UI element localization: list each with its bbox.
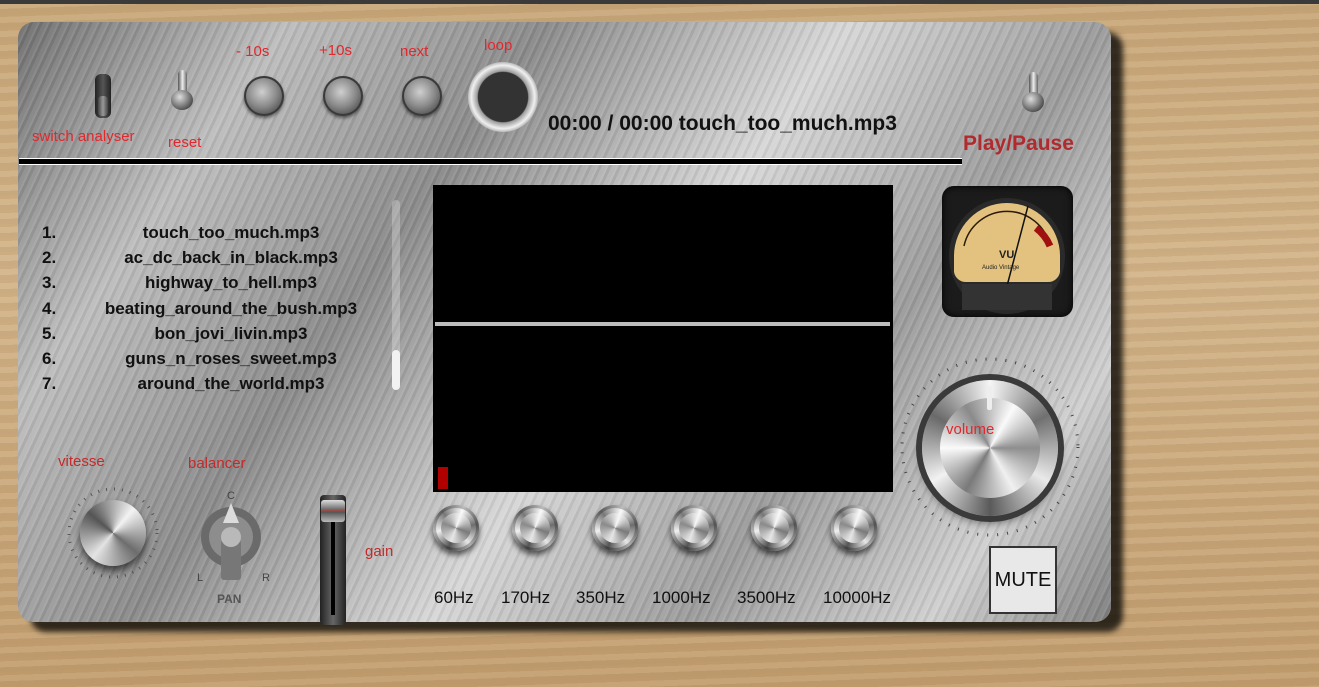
playlist-scrollbar[interactable] <box>392 200 400 390</box>
list-item-number: 3. <box>42 273 57 293</box>
time-track-display: 00:00 / 00:00 touch_too_much.mp3 <box>548 112 897 135</box>
list-item-title: beating_around_the_bush.mp3 <box>104 298 358 318</box>
list-item-number: 6. <box>42 349 57 369</box>
vitesse-label: vitesse <box>58 453 105 470</box>
eq-label-60hz: 60Hz <box>434 588 474 607</box>
switch-analyser-toggle[interactable] <box>95 74 111 118</box>
list-item[interactable]: 2. ac_dc_back_in_black.mp3 <box>20 245 400 270</box>
list-item-title: guns_n_roses_sweet.mp3 <box>125 349 337 369</box>
play-pause-label[interactable]: Play/Pause <box>963 132 1074 156</box>
playlist: 1. touch_too_much.mp3 2. ac_dc_back_in_bla… <box>20 220 400 405</box>
gain-label: gain <box>365 543 394 560</box>
toggle-base <box>1022 92 1044 112</box>
list-item[interactable]: 7. around_the_world.mp3 <box>20 372 400 397</box>
vu-meter: VU Audio Vintage <box>942 186 1073 317</box>
back10-button[interactable] <box>244 76 284 116</box>
volume-label: volume <box>946 421 995 438</box>
level-bar <box>438 467 448 489</box>
list-item[interactable]: 5. bon_jovi_livin.mp3 <box>20 321 400 346</box>
pan-r-label: R <box>262 572 270 584</box>
list-item[interactable]: 3. highway_to_hell.mp3 <box>20 271 400 296</box>
loop-label: loop <box>484 37 513 54</box>
list-item-title: ac_dc_back_in_black.mp3 <box>124 247 338 267</box>
list-item-number: 4. <box>42 298 57 318</box>
pan-label: PAN <box>217 592 241 606</box>
balancer-label: balancer <box>188 455 246 472</box>
volume-knob-indicator <box>987 386 992 410</box>
analyser-canvas <box>433 185 893 492</box>
list-item-title: around_the_world.mp3 <box>137 374 325 394</box>
fwd10-label: +10s <box>319 42 352 59</box>
eq-label-1000hz: 1000Hz <box>652 588 711 607</box>
vu-label: VU <box>999 249 1014 261</box>
vu-brand: Audio Vintage <box>982 265 1020 271</box>
waveform-line <box>435 322 890 326</box>
loop-button[interactable] <box>468 62 538 132</box>
volume-knob[interactable] <box>922 380 1058 516</box>
list-item[interactable]: 1. touch_too_much.mp3 <box>20 220 400 245</box>
list-item-title: highway_to_hell.mp3 <box>145 273 317 293</box>
scrollbar-thumb[interactable] <box>392 350 400 390</box>
eq-knob-350hz[interactable] <box>592 505 638 551</box>
eq-knob-170hz[interactable] <box>512 505 558 551</box>
progress-bar[interactable] <box>19 158 962 165</box>
list-item-number: 7. <box>42 374 57 394</box>
list-item[interactable]: 6. guns_n_roses_sweet.mp3 <box>20 346 400 371</box>
eq-label-10000hz: 10000Hz <box>823 588 892 607</box>
eq-knob-60hz[interactable] <box>433 505 479 551</box>
list-item-number: 5. <box>42 323 57 343</box>
vitesse-knob[interactable] <box>80 500 146 566</box>
gain-fader[interactable] <box>320 495 346 625</box>
volume-knob-cap <box>940 398 1040 498</box>
toggle-base <box>171 90 193 110</box>
pan-c-label: C <box>227 490 235 502</box>
mute-button[interactable]: MUTE <box>989 546 1057 614</box>
back10-label: - 10s <box>236 43 270 60</box>
eq-label-350hz: 350Hz <box>576 588 626 607</box>
list-item[interactable]: 4. beating_around_the_bush.mp3 <box>20 296 400 321</box>
eq-label-170hz: 170Hz <box>501 588 551 607</box>
list-item-number: 2. <box>42 247 57 267</box>
eq-knob-10000hz[interactable] <box>831 505 877 551</box>
list-item-title: touch_too_much.mp3 <box>142 222 320 242</box>
gain-fader-handle[interactable] <box>321 500 345 522</box>
reset-toggle[interactable] <box>171 70 193 110</box>
next-label: next <box>400 43 429 60</box>
next-button[interactable] <box>402 76 442 116</box>
eq-knob-3500hz[interactable] <box>751 505 797 551</box>
eq-label-3500hz: 3500Hz <box>737 588 796 607</box>
eq-knob-1000hz[interactable] <box>671 505 717 551</box>
play-pause-toggle[interactable] <box>1022 72 1044 112</box>
window-top-edge <box>0 0 1319 4</box>
fwd10-button[interactable] <box>323 76 363 116</box>
vu-meter-face: VU Audio Vintage <box>949 198 1065 314</box>
list-item-title: bon_jovi_livin.mp3 <box>154 323 308 343</box>
reset-label: reset <box>168 134 202 151</box>
toggle-lever <box>98 96 108 116</box>
list-item-number: 1. <box>42 222 57 242</box>
switch-analyser-label: switch analyser <box>32 128 135 145</box>
pan-l-label: L <box>197 572 203 584</box>
pan-control[interactable]: C L R PAN <box>185 485 280 607</box>
